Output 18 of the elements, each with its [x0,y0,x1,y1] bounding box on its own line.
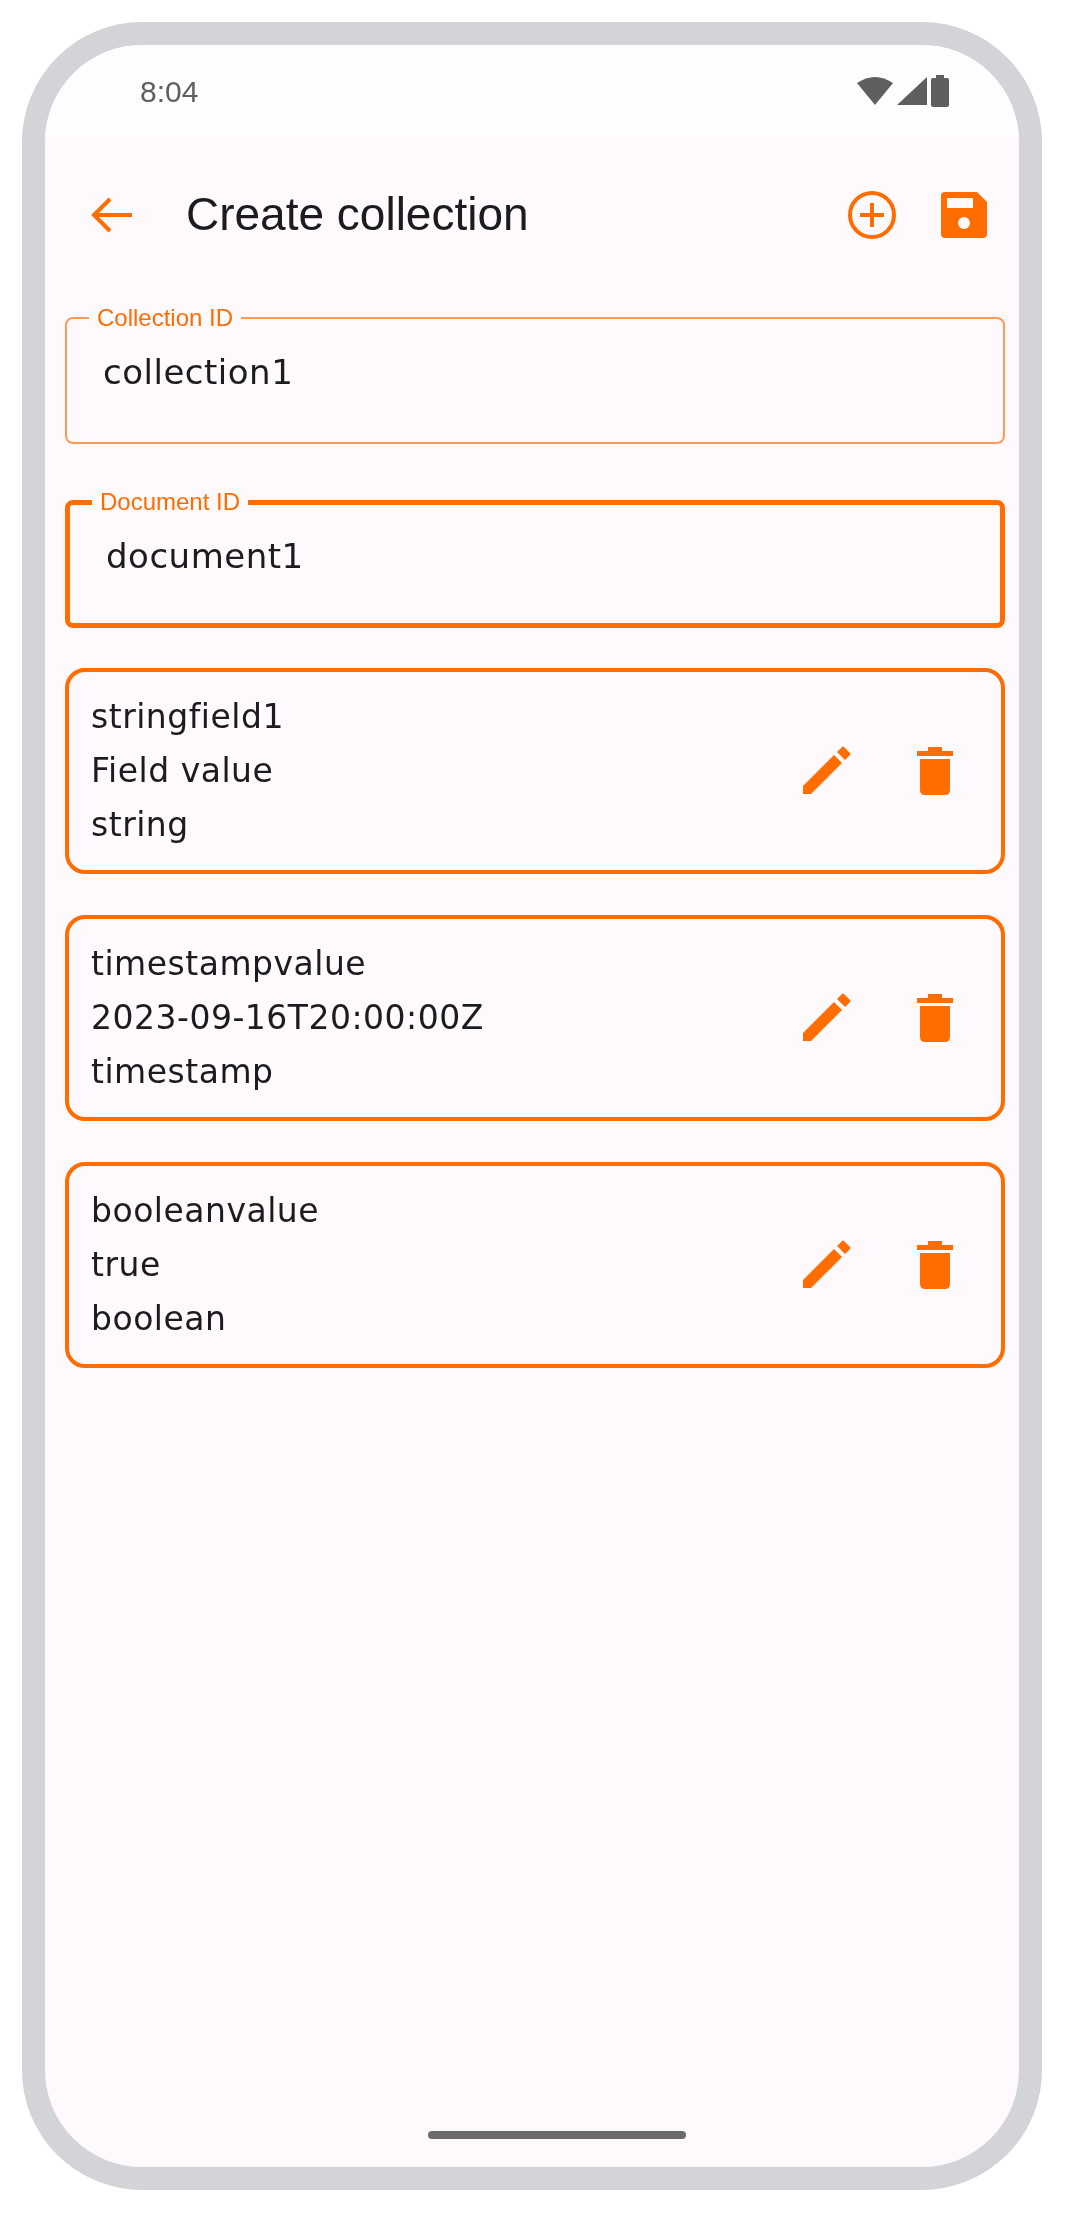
field-value: true [91,1244,162,1286]
field-type: boolean [91,1298,228,1340]
status-time: 8:04 [140,73,199,110]
battery-icon [931,75,949,107]
field-label: Collection ID [96,304,235,332]
input-field[interactable]: document1 [106,526,664,586]
field-name: stringfield1 [91,696,285,738]
field-type: string [91,804,190,846]
signal-icon [897,77,927,105]
input-field[interactable]: collection1 [103,342,665,402]
field-label: Document ID [99,488,242,516]
field-name: booleanvalue [91,1190,321,1232]
field-name: timestampvalue [91,943,368,985]
wifi-icon [857,77,893,105]
field-value: Field value [91,750,275,792]
page-title: Create collection [186,187,530,242]
field-type: timestamp [91,1051,275,1093]
field-value: 2023-09-16T20:00:00Z [91,997,485,1039]
